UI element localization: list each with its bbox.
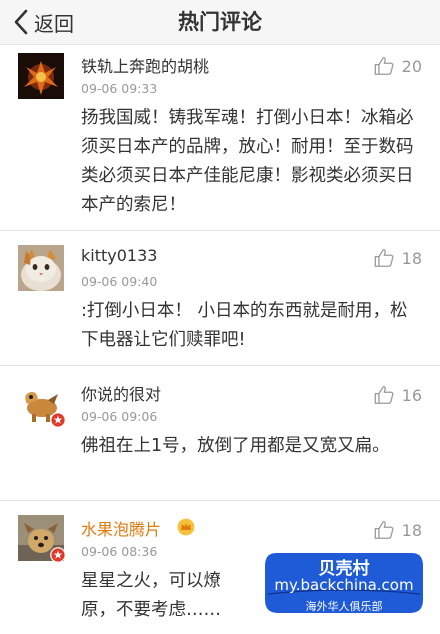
like-count: 18 bbox=[401, 248, 422, 268]
comment-time: 09-06 08:36 bbox=[81, 544, 158, 559]
like-count: 20 bbox=[401, 56, 422, 76]
comment-time: 09-06 09:33 bbox=[81, 81, 158, 96]
watermark-logo: 贝壳村 my.backchina.com 海外华人俱乐部 bbox=[262, 548, 426, 618]
comment-username[interactable]: 铁轨上奔跑的胡桃 bbox=[81, 53, 209, 77]
like-count: 16 bbox=[401, 385, 422, 405]
comment-text: 扬我国威！铸我军魂！打倒小日本！冰箱必须买日本产的品牌，放心！耐用！至于数码类必… bbox=[81, 108, 414, 215]
watermark-url: my.backchina.com bbox=[274, 576, 414, 594]
comment-item: 铁轨上奔跑的胡桃 09-06 09:33 20 扬我国威！铸我军魂！打倒小日本！… bbox=[0, 45, 440, 231]
thumbs-up-icon bbox=[374, 386, 394, 404]
watermark-subtitle: 海外华人俱乐部 bbox=[305, 600, 383, 613]
comment-text: 星星之火，可以燎原，不要考虑…… bbox=[81, 571, 221, 620]
verified-badge-icon bbox=[50, 412, 66, 428]
thumbs-up-icon bbox=[374, 249, 394, 267]
comment-text: 佛祖在上1号，放倒了用都是又宽又扁。 bbox=[81, 436, 390, 456]
thumbs-up-icon bbox=[374, 521, 394, 539]
comment-time: 09-06 09:40 bbox=[81, 274, 158, 289]
top-bar: 返回 热门评论 bbox=[0, 0, 440, 45]
thumbs-up-icon bbox=[374, 57, 394, 75]
like-button[interactable]: 20 bbox=[373, 55, 422, 77]
comment-text: :打倒小日本！ 小日本的东西就是耐用，松下电器让它们赎罪吧! bbox=[81, 301, 408, 350]
page-title: 热门评论 bbox=[178, 10, 262, 34]
like-button[interactable]: 18 bbox=[373, 247, 422, 269]
like-button[interactable]: 16 bbox=[373, 384, 422, 406]
like-count: 18 bbox=[401, 520, 422, 540]
vip-crown-icon bbox=[177, 518, 195, 536]
comment-item: 你说的很对 09-06 09:06 16 佛祖在上1号，放倒了用都是又宽又扁。 bbox=[0, 366, 440, 501]
avatar-image bbox=[18, 53, 64, 99]
like-button[interactable]: 18 bbox=[373, 519, 422, 541]
avatar[interactable] bbox=[18, 245, 64, 291]
comment-username[interactable]: kitty0133 bbox=[81, 246, 157, 265]
verified-badge-icon bbox=[50, 547, 66, 563]
comment-time: 09-06 09:06 bbox=[81, 409, 158, 424]
avatar-image bbox=[18, 245, 64, 291]
avatar[interactable] bbox=[18, 53, 64, 99]
comment-username[interactable]: 水果泡腾片 bbox=[81, 516, 161, 540]
comment-item: kitty0133 09-06 09:40 18 :打倒小日本！ 小日本的东西就… bbox=[0, 231, 440, 366]
comment-username[interactable]: 你说的很对 bbox=[81, 381, 161, 405]
